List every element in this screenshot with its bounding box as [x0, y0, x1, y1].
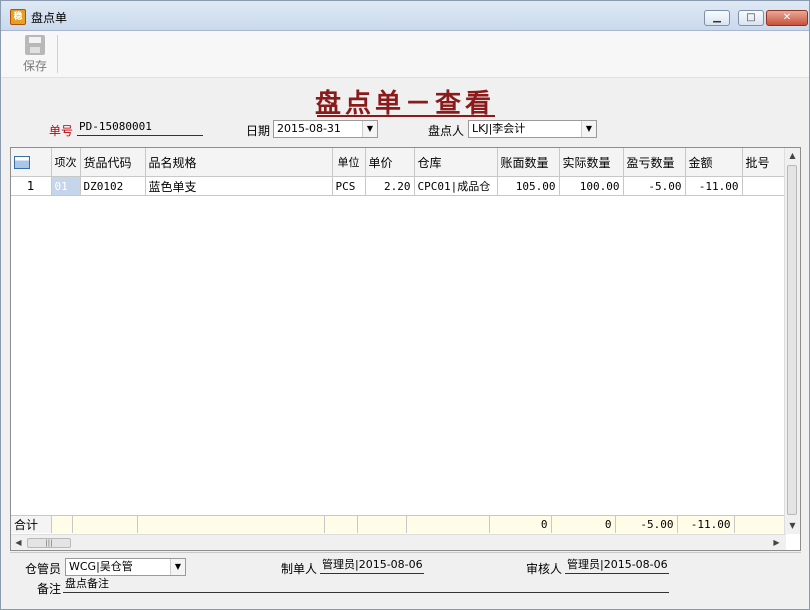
col-header-seq[interactable]: 项次 — [51, 148, 81, 177]
keeper-value: WCG|吴仓管 — [69, 560, 133, 573]
col-header-amount[interactable]: 金额 — [685, 148, 743, 177]
totals-amount: -11.00 — [677, 515, 735, 533]
scroll-down-icon[interactable]: ▼ — [785, 518, 800, 533]
scroll-up-icon[interactable]: ▲ — [785, 148, 800, 163]
col-header-name[interactable]: 品名规格 — [145, 148, 333, 177]
totals-empty — [734, 515, 788, 533]
col-header-price[interactable]: 单价 — [365, 148, 415, 177]
keeper-select[interactable]: WCG|吴仓管 ▼ — [65, 558, 186, 576]
cell-amount[interactable]: -11.00 — [685, 176, 743, 196]
col-header-unit[interactable]: 单位 — [332, 148, 366, 177]
maximize-button[interactable]: □ — [738, 10, 764, 26]
totals-actual-qty: 0 — [551, 515, 616, 533]
grid-header-row: 项次 货品代码 品名规格 单位 单价 仓库 账面数量 实际数量 盈亏数量 金额 … — [11, 148, 796, 177]
footer-divider — [10, 552, 801, 553]
window-title: 盘点单 — [31, 11, 68, 25]
save-button-label: 保存 — [22, 59, 47, 73]
date-label: 日期 — [246, 124, 271, 138]
auditor-field: 管理员|2015-08-06 — [565, 558, 669, 574]
cell-book-qty[interactable]: 105.00 — [497, 176, 560, 196]
totals-empty — [51, 515, 73, 533]
app-icon: 稳 — [10, 9, 26, 25]
totals-empty — [72, 515, 138, 533]
col-header-book-qty[interactable]: 账面数量 — [497, 148, 560, 177]
counter-label: 盘点人 — [428, 124, 465, 138]
title-bar: 稳 盘点单 ▁ □ ✕ — [1, 1, 809, 31]
maker-field: 管理员|2015-08-06 — [320, 558, 424, 574]
minimize-button[interactable]: ▁ — [704, 10, 730, 26]
row-number: 1 — [11, 176, 52, 196]
cell-unit[interactable]: PCS — [332, 176, 366, 196]
horizontal-scroll-thumb[interactable]: ||| — [27, 538, 71, 548]
doc-no-field[interactable]: PD-15080001 — [77, 120, 203, 136]
totals-book-qty: 0 — [489, 515, 552, 533]
totals-empty — [324, 515, 358, 533]
auditor-label: 审核人 — [526, 562, 563, 576]
horizontal-scrollbar[interactable]: ◀ ||| ▶ — [11, 534, 786, 550]
cell-code[interactable]: DZ0102 — [80, 176, 146, 196]
grid-table: 项次 货品代码 品名规格 单位 单价 仓库 账面数量 实际数量 盈亏数量 金额 … — [11, 148, 796, 196]
totals-empty — [406, 515, 490, 533]
keeper-label: 仓管员 — [25, 562, 62, 576]
totals-row: 合计 0 0 -5.00 -11.00 — [11, 515, 788, 533]
doc-no-label: 单号 — [49, 124, 74, 138]
scroll-right-icon[interactable]: ▶ — [769, 535, 784, 550]
grid-corner[interactable] — [11, 148, 52, 177]
remark-label: 备注 — [37, 582, 62, 596]
totals-empty — [357, 515, 407, 533]
cell-warehouse[interactable]: CPC01|成品仓 — [414, 176, 498, 196]
cell-seq[interactable]: 01 — [51, 176, 81, 196]
cell-diff-qty[interactable]: -5.00 — [623, 176, 686, 196]
toolbar: 保存 — [1, 31, 809, 78]
date-value: 2015-08-31 — [277, 122, 341, 135]
totals-label: 合计 — [11, 515, 52, 533]
maker-label: 制单人 — [281, 562, 318, 576]
cell-name[interactable]: 蓝色单支 — [145, 176, 333, 196]
vertical-scroll-thumb[interactable] — [787, 165, 797, 515]
totals-empty — [137, 515, 325, 533]
grid-table-icon — [14, 156, 30, 169]
toolbar-separator — [57, 35, 58, 73]
scroll-left-icon[interactable]: ◀ — [11, 535, 26, 550]
save-disk-icon — [25, 35, 45, 55]
cell-actual-qty[interactable]: 100.00 — [559, 176, 624, 196]
vertical-scrollbar[interactable]: ▲ ▼ — [784, 148, 800, 534]
remark-field[interactable]: 盘点备注 — [63, 577, 669, 593]
close-button[interactable]: ✕ — [766, 10, 808, 26]
table-row[interactable]: 1 01 DZ0102 蓝色单支 PCS 2.20 CPC01|成品仓 105.… — [11, 176, 796, 196]
counter-value: LKJ|李会计 — [472, 122, 526, 135]
chevron-down-icon[interactable]: ▼ — [581, 121, 596, 137]
cell-price[interactable]: 2.20 — [365, 176, 415, 196]
window: 稳 盘点单 ▁ □ ✕ 保存 盘点单－查看 单号 PD-15080001 日期 … — [0, 0, 810, 610]
save-button[interactable]: 保存 — [15, 33, 55, 75]
chevron-down-icon[interactable]: ▼ — [170, 559, 185, 575]
col-header-diff-qty[interactable]: 盈亏数量 — [623, 148, 686, 177]
col-header-warehouse[interactable]: 仓库 — [414, 148, 498, 177]
counter-select[interactable]: LKJ|李会计 ▼ — [468, 120, 597, 138]
col-header-code[interactable]: 货品代码 — [80, 148, 146, 177]
chevron-down-icon[interactable]: ▼ — [362, 121, 377, 137]
totals-diff-qty: -5.00 — [615, 515, 678, 533]
form-title-underline — [317, 115, 495, 117]
detail-grid: 项次 货品代码 品名规格 单位 单价 仓库 账面数量 实际数量 盈亏数量 金额 … — [10, 147, 801, 551]
date-picker[interactable]: 2015-08-31 ▼ — [273, 120, 378, 138]
col-header-actual-qty[interactable]: 实际数量 — [559, 148, 624, 177]
